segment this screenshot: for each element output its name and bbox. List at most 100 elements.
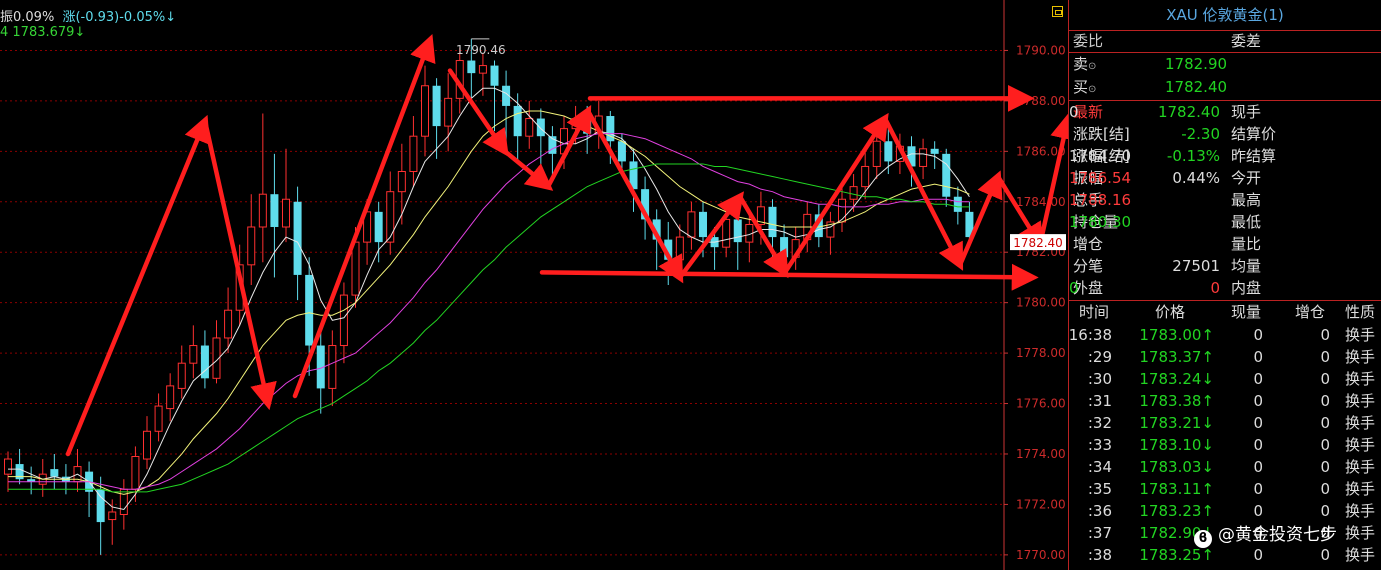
chart-canvas: 1790.001788.001786.001784.001782.001780.…: [0, 0, 1068, 570]
candle-body-up: [143, 430, 151, 460]
stat-label: 结算价: [1231, 125, 1277, 143]
moving-average-line: [8, 133, 970, 490]
candle-body-up: [189, 345, 198, 364]
stat-value: 1780.30: [1069, 213, 1132, 231]
candle-body-down: [930, 148, 939, 154]
trade-nature: 换手: [1345, 348, 1376, 366]
candle-body-up: [838, 198, 846, 223]
trade-oi: 0: [1320, 326, 1330, 344]
trade-price: 1783.38↑: [1139, 392, 1214, 410]
trade-time: :35: [1087, 480, 1112, 498]
stat-label: 均量: [1231, 257, 1262, 275]
weibi-label: 委比: [1073, 32, 1104, 50]
y-tick-label: 1778.00: [1016, 346, 1066, 360]
buy-price: 1782.40: [1165, 78, 1228, 96]
candle-body-up: [444, 97, 453, 127]
y-tick-label: 1780.00: [1016, 296, 1066, 310]
y-tick-label: 1790.00: [1016, 43, 1066, 57]
y-tick-label: 1784.00: [1016, 195, 1066, 209]
stat-label: 最高: [1231, 191, 1262, 209]
trade-volume: 0: [1253, 392, 1263, 410]
candle-body-up: [421, 85, 429, 137]
trade-nature: 换手: [1345, 458, 1376, 476]
trade-nature: 换手: [1345, 546, 1376, 564]
annotation-arrow: [539, 263, 1039, 291]
candle-body-up: [397, 171, 406, 193]
candle-body-down: [305, 274, 314, 346]
col-oi: 增仓: [1295, 303, 1326, 321]
trade-time: :32: [1087, 414, 1112, 432]
chart-header: 振0.09% 涨(-0.93)-0.05%↓: [0, 6, 176, 25]
trade-volume: 0: [1253, 502, 1263, 520]
candlestick-chart[interactable]: 1790.00 1788.00 1786.00 1784.00 1782.00 1780.…: [0, 0, 1068, 570]
trade-oi: 0: [1320, 414, 1330, 432]
stat-label: 昨结算: [1231, 147, 1277, 165]
stat-label: 分笔: [1073, 257, 1104, 275]
candle-body-up: [119, 488, 128, 516]
weicha-label: 委差: [1231, 32, 1262, 50]
candle-body-up: [282, 198, 290, 228]
annotation-arrow: [1037, 111, 1068, 247]
stat-value: 27501: [1172, 257, 1220, 275]
trade-oi: 0: [1320, 436, 1330, 454]
window-toggle-icon[interactable]: [1052, 6, 1063, 17]
y-tick-label: 1774.00: [1016, 447, 1066, 461]
trade-nature: 换手: [1345, 524, 1376, 542]
trade-price: 1783.00↑: [1139, 326, 1214, 344]
candle-body-up: [4, 458, 12, 475]
trade-volume: 0: [1253, 414, 1263, 432]
trade-time: :38: [1087, 546, 1112, 564]
candle-body-down: [617, 141, 626, 162]
annotation-arrow: [502, 149, 554, 191]
candle-body-down: [884, 141, 893, 162]
trade-nature: 换手: [1345, 414, 1376, 432]
candle-body-down: [270, 194, 279, 227]
candle-body-down: [780, 237, 789, 258]
trade-price: 1783.37↑: [1139, 348, 1214, 366]
trade-oi: 0: [1320, 392, 1330, 410]
sell-price: 1782.90: [1165, 55, 1228, 73]
trade-time: :37: [1087, 524, 1112, 542]
candle-body-up: [154, 405, 163, 432]
annotation-arrow: [292, 34, 436, 399]
candle-body-down: [490, 65, 499, 86]
stat-label: 最低: [1231, 213, 1262, 231]
change-text: 涨(-0.93)-0.05%↓: [62, 10, 177, 25]
candle-body-up: [339, 294, 348, 347]
trade-nature: 换手: [1345, 326, 1376, 344]
candle-body-up: [328, 345, 337, 389]
col-nature: 性质: [1345, 303, 1376, 321]
candle-body-down: [96, 489, 105, 523]
instrument-title[interactable]: XAU 伦敦黄金(1): [1069, 0, 1381, 31]
candle-body-down: [432, 85, 441, 127]
candle-body-up: [166, 385, 175, 410]
candle-body-up: [258, 193, 267, 228]
candle-body-up: [478, 65, 487, 74]
trade-row: :29 1783.37↑ 0 0 换手: [1069, 346, 1381, 368]
candle-body-up: [722, 218, 731, 248]
trade-nature: 换手: [1345, 436, 1376, 454]
stat-value: -2.30: [1181, 125, 1220, 143]
trade-row: :34 1783.03↓ 0 0 换手: [1069, 456, 1381, 478]
weibo-icon: ϐ: [1194, 530, 1212, 548]
watermark: ϐ @黄金投资七步: [1194, 520, 1337, 548]
trade-nature: 换手: [1345, 480, 1376, 498]
stat-label: 内盘: [1231, 279, 1262, 297]
candle-body-down: [374, 211, 383, 243]
trade-price: 1783.11↑: [1139, 480, 1214, 498]
y-tick-label: 1770.00: [1016, 548, 1066, 562]
col-time: 时间: [1079, 303, 1110, 321]
stat-label: 量比: [1231, 235, 1262, 253]
trade-time: 16:38: [1068, 326, 1112, 344]
candle-body-down: [536, 118, 545, 137]
trade-row: :33 1783.10↓ 0 0 换手: [1069, 434, 1381, 456]
divider: [1069, 100, 1381, 101]
stat-value: 0: [1069, 103, 1079, 121]
y-tick-label: 1788.00: [1016, 94, 1066, 108]
stat-value: 0: [1210, 279, 1220, 297]
trade-volume: 0: [1253, 370, 1263, 388]
candle-body-up: [351, 241, 360, 296]
trades-header: 时间 价格 现量 增仓 性质: [1069, 301, 1381, 323]
y-tick-label: 1776.00: [1016, 397, 1066, 411]
candle-body-up: [224, 309, 233, 339]
